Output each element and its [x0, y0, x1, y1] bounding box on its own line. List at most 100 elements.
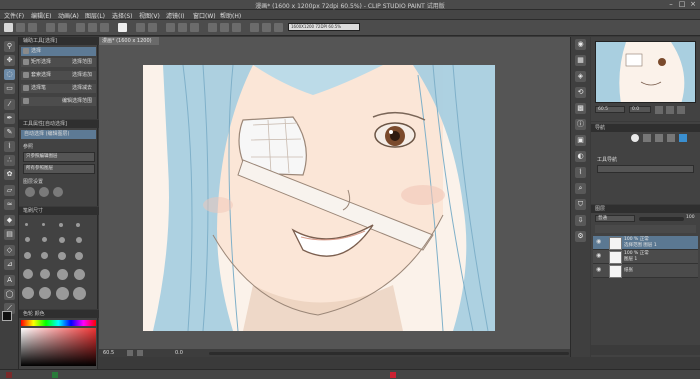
figure-icon[interactable]: ◇ — [4, 245, 15, 256]
eraser-icon[interactable]: ▱ — [4, 185, 15, 196]
move-icon[interactable]: ✥ — [4, 55, 15, 66]
brush-size-preset[interactable] — [39, 287, 51, 299]
eyedropper-icon[interactable]: ⁄ — [4, 99, 15, 110]
color-field[interactable] — [21, 328, 96, 366]
eye-icon[interactable]: ◉ — [596, 253, 603, 259]
undo-icon[interactable] — [46, 23, 55, 32]
brush-size-preset[interactable] — [58, 252, 66, 260]
deselect-icon[interactable] — [220, 23, 229, 32]
transform-icon[interactable] — [100, 23, 109, 32]
brush-size-preset[interactable] — [42, 237, 47, 242]
decoration-icon[interactable]: ✿ — [4, 169, 15, 180]
brush-size-preset[interactable] — [73, 287, 86, 300]
brush-size-preset[interactable] — [41, 252, 48, 259]
brush-size-preset[interactable] — [59, 237, 65, 243]
search-icon[interactable]: ⌕ — [575, 183, 586, 194]
redo-icon[interactable] — [58, 23, 67, 32]
menu-layer[interactable]: 图层(L) — [85, 11, 105, 20]
open-file-icon[interactable] — [16, 23, 25, 32]
grid-icon[interactable] — [178, 23, 187, 32]
color-circle-icon[interactable] — [631, 134, 639, 142]
minimize-icon[interactable]: – — [666, 0, 676, 9]
subtool-tab-select[interactable]: 选择 — [21, 47, 96, 56]
brush-size-preset[interactable] — [57, 269, 68, 280]
brush-size-preset[interactable] — [59, 223, 63, 227]
reference-dropdown-1[interactable]: 只参照编辑图层 — [23, 152, 95, 162]
zoom-value[interactable]: 60.5 — [103, 350, 114, 356]
tool-nav-field[interactable] — [597, 165, 694, 173]
zoom-in-icon[interactable] — [137, 350, 143, 356]
eye-icon[interactable]: ◉ — [596, 267, 603, 273]
zoom-out-icon[interactable] — [655, 106, 663, 114]
navigator-preview[interactable] — [595, 41, 696, 103]
gradient-icon[interactable]: ▤ — [4, 229, 15, 240]
brush-size-preset[interactable] — [56, 287, 69, 300]
flip-icon[interactable] — [148, 23, 157, 32]
color-slider-icon[interactable] — [643, 134, 651, 142]
item-bank-icon[interactable]: ▣ — [575, 135, 586, 146]
brush-size-preset[interactable] — [25, 223, 28, 226]
color-swatch-icon[interactable] — [118, 23, 127, 32]
layer-row[interactable]: ◉ 纸张 — [593, 264, 698, 278]
draft-layer-icon[interactable] — [39, 187, 49, 197]
menu-filter[interactable]: 滤镜(I) — [166, 11, 184, 20]
lasso-icon[interactable]: ◌ — [4, 69, 15, 80]
invert-selection-icon[interactable] — [232, 23, 241, 32]
subtool-item-edit-selection[interactable]: 编辑选择范围 — [21, 97, 96, 106]
fill-icon[interactable] — [88, 23, 97, 32]
fill-icon[interactable]: ◆ — [4, 215, 15, 226]
command-search-field[interactable]: 1600X1200 72DPI 60.5% — [288, 23, 360, 31]
settings-icon[interactable]: ⚙ — [575, 231, 586, 242]
zoom-in-icon[interactable] — [666, 106, 674, 114]
info-icon[interactable]: ⓘ — [575, 119, 586, 130]
ruler-icon[interactable]: ⊿ — [4, 259, 15, 270]
shield-icon[interactable]: ⛉ — [575, 199, 586, 210]
canvas-paper[interactable] — [143, 65, 495, 331]
brush-icon[interactable]: ⌇ — [575, 167, 586, 178]
layer-property-icon[interactable]: ◈ — [575, 71, 586, 82]
horizontal-scrollbar[interactable] — [209, 352, 569, 355]
expand-selection-icon[interactable] — [262, 23, 271, 32]
intermediate-color-icon[interactable] — [667, 134, 675, 142]
angle-value[interactable]: 0.0 — [175, 350, 183, 356]
layer-row[interactable]: ◉ 100 % 正常 图层 1 — [593, 250, 698, 264]
blend-mode-dropdown[interactable]: 普通 — [595, 215, 635, 222]
opacity-slider[interactable] — [639, 217, 684, 221]
navigator-zoom-field[interactable]: 60.5 — [595, 106, 625, 113]
save-icon[interactable] — [28, 23, 37, 32]
brush-size-preset[interactable] — [22, 287, 34, 299]
layer-row[interactable]: ◉ 100 % 正常 选择范围 图层 1 — [593, 236, 698, 250]
approx-color-icon[interactable] — [679, 134, 687, 142]
shrink-selection-icon[interactable] — [274, 23, 283, 32]
subtool-item-select-pen[interactable]: 选择笔 选择减去 — [21, 84, 96, 93]
blend-icon[interactable]: ≈ — [4, 199, 15, 210]
brush-size-preset[interactable] — [76, 223, 80, 227]
menu-help[interactable]: 帮助(H) — [220, 11, 241, 20]
brush-size-preset[interactable] — [25, 237, 30, 242]
hue-slider[interactable] — [21, 320, 96, 326]
subtool-item-lasso-select[interactable]: 套索选择 选择追加 — [21, 71, 96, 80]
brush-size-preset[interactable] — [40, 269, 50, 279]
menu-edit[interactable]: 编辑(E) — [31, 11, 51, 20]
history-icon[interactable]: ⟲ — [575, 87, 586, 98]
menu-file[interactable]: 文件(F) — [4, 11, 24, 20]
material-icon[interactable]: ▩ — [575, 103, 586, 114]
pen-icon[interactable]: ✒ — [4, 113, 15, 124]
menu-view[interactable]: 视图(V) — [139, 11, 160, 20]
color-set-icon[interactable]: ◐ — [575, 151, 586, 162]
document-tab[interactable]: 漫画* (1600 x 1200) — [99, 37, 159, 45]
zoom-out-icon[interactable] — [127, 350, 133, 356]
download-icon[interactable]: ⇩ — [575, 215, 586, 226]
balloon-icon[interactable]: ◯ — [4, 289, 15, 300]
menu-select[interactable]: 选择(S) — [112, 11, 133, 20]
subtool-item-rect-select[interactable]: 矩形选择 选择范围 — [21, 58, 96, 67]
brush-size-preset[interactable] — [76, 237, 82, 243]
navigator-rotation-field[interactable]: 0.0 — [629, 106, 651, 113]
snap-icon[interactable] — [166, 23, 175, 32]
navigator-icon[interactable]: ◉ — [575, 39, 586, 50]
brush-size-preset[interactable] — [75, 252, 83, 260]
crop-icon[interactable] — [250, 23, 259, 32]
zoom-icon[interactable]: ⚲ — [4, 41, 15, 52]
subview-icon[interactable]: ▦ — [575, 55, 586, 66]
maximize-icon[interactable]: □ — [677, 0, 687, 9]
